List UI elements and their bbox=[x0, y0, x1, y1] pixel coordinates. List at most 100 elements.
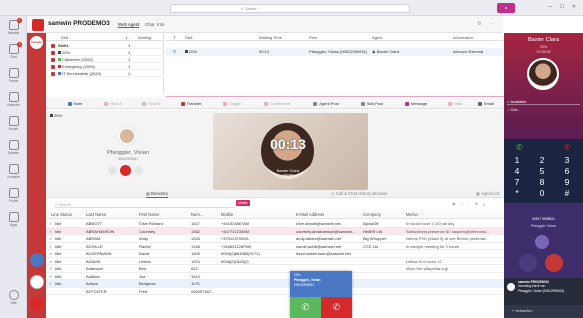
hold-a-button[interactable]: Hold A bbox=[96, 99, 130, 108]
pause-icon bbox=[104, 101, 109, 106]
table-row[interactable]: ✓ Idle Addison Joe 1914 bbox=[46, 273, 504, 280]
checkbox[interactable] bbox=[51, 64, 55, 69]
table-row[interactable]: AFFOLTER Fred 000057467... bbox=[46, 288, 504, 295]
app-logo-icon bbox=[32, 19, 44, 31]
keypad-key[interactable]: 6 bbox=[557, 166, 577, 176]
out-status[interactable]: ○ Out... bbox=[507, 107, 520, 112]
reject-call-button[interactable]: ✆ bbox=[321, 297, 352, 318]
global-search-input[interactable]: ⌕ Suche bbox=[170, 4, 410, 13]
checkbox[interactable] bbox=[51, 43, 55, 48]
agent-post-button[interactable]: Agent Post bbox=[304, 99, 348, 108]
mute-button[interactable]: Mute bbox=[58, 99, 92, 108]
rail-item-calendar[interactable]: Kalender bbox=[3, 90, 24, 112]
mobile-filter-chip[interactable]: Mobile bbox=[236, 200, 250, 206]
notification-toast[interactable]: samwin PRODEMO3 Incoming Anruf von Pfang… bbox=[504, 278, 583, 305]
rail-item-help[interactable]: Hilfe bbox=[3, 288, 24, 310]
tab-web-agent[interactable]: Web Agent bbox=[118, 22, 140, 28]
tab-history[interactable]: ◷ Call & Chat History Browser bbox=[331, 190, 388, 198]
rail-item-calls[interactable]: Anrufe bbox=[3, 114, 24, 136]
tab-info[interactable]: Info bbox=[157, 22, 164, 27]
hangup-icon[interactable]: ✆ bbox=[564, 143, 571, 152]
float-hangup-icon[interactable] bbox=[30, 297, 44, 311]
table-row[interactable]: ✓ Idle ABBOTT Clive Richard 1517 +4415345678… bbox=[46, 220, 504, 228]
keypad-key[interactable]: 8 bbox=[532, 177, 552, 187]
table-controls[interactable]: ◉ ○ ◦ ⊕ ⤓ bbox=[452, 201, 487, 206]
hold-b-button[interactable]: Hold B bbox=[134, 99, 168, 108]
skill-color-icon bbox=[58, 65, 61, 69]
table-row[interactable]: ✓ Idle ADAMS Leticia 1924 0048(0)1828(2) Leti… bbox=[46, 258, 504, 265]
keypad-key[interactable]: 2 bbox=[532, 155, 552, 165]
keypad-key[interactable]: 3 bbox=[557, 155, 577, 165]
keypad-key[interactable]: 1 bbox=[507, 155, 527, 165]
toggle-button[interactable]: Toggle bbox=[214, 99, 250, 108]
float-call-icon[interactable] bbox=[30, 253, 44, 267]
cell-status: Idle bbox=[55, 273, 62, 279]
skill-post-button[interactable]: Skill Post bbox=[352, 99, 392, 108]
incoming-name: Pfanggier Vivian bbox=[530, 224, 557, 228]
rail-item-prome[interactable]: ProMe bbox=[3, 186, 24, 208]
keypad-key[interactable]: 4 bbox=[507, 166, 527, 176]
hangup-button[interactable] bbox=[120, 165, 131, 176]
transfer-button[interactable]: Transfer bbox=[172, 99, 210, 108]
account-avatar[interactable]: ● bbox=[497, 3, 515, 13]
mic-icon[interactable] bbox=[108, 166, 117, 175]
message-button[interactable]: Message bbox=[396, 99, 436, 108]
keypad-key[interactable]: 9 bbox=[557, 177, 577, 187]
reject-call-button[interactable] bbox=[545, 254, 563, 272]
directory-search-input[interactable]: ⌕ Search... bbox=[55, 201, 235, 208]
cell-last: AFFOLTER bbox=[86, 288, 107, 294]
table-row[interactable]: ✓ Idle Adamson Ben 622 https://de.wikipedia.… bbox=[46, 265, 504, 273]
rail-item-activity[interactable]: 4 Aktivität bbox=[3, 18, 24, 40]
call-icon[interactable]: ✆ bbox=[516, 143, 523, 152]
mute-icon bbox=[67, 101, 72, 106]
cell-memo: https://de.wikipedia.org/ bbox=[406, 266, 449, 271]
app-title: samwin PRODEMO3 bbox=[48, 20, 110, 27]
conference-icon bbox=[263, 101, 268, 106]
col-waiting[interactable]: Waiting bbox=[138, 34, 151, 41]
rail-item-chat[interactable]: 3 Chat bbox=[3, 42, 24, 64]
skill-row[interactable]: IT Servicedesk (2020) 1 bbox=[46, 70, 164, 77]
keypad-key[interactable]: 5 bbox=[532, 166, 552, 176]
call-row[interactable]: ✆ 20% 00:13 Pfanggier, Vivian (005129596… bbox=[166, 48, 504, 56]
keypad-key[interactable]: # bbox=[557, 188, 577, 198]
mark-icon bbox=[447, 101, 452, 106]
check-icon: ✓ bbox=[49, 251, 53, 256]
col-logged[interactable]: L... bbox=[126, 34, 132, 41]
table-row[interactable]: ✓ Idle Adlock Benjamin 1175 bbox=[46, 280, 504, 288]
conference-button[interactable]: Conference bbox=[254, 99, 300, 108]
skill-row[interactable]: Skills 1 bbox=[46, 42, 164, 49]
header-actions[interactable]: ↻ ⋯ bbox=[477, 21, 497, 27]
skill-row[interactable]: 20% 1 bbox=[46, 49, 164, 56]
table-row[interactable]: ✓ Idle ACKERMANN David 1405 0049(0)664985(91… bbox=[46, 250, 504, 258]
email-button[interactable]: Email bbox=[470, 99, 502, 108]
cell-status: Idle bbox=[55, 243, 62, 249]
skill-row[interactable]: Callcenter (2002) 1 bbox=[46, 56, 164, 63]
col-skill[interactable]: Skill bbox=[61, 34, 68, 41]
checkbox[interactable] bbox=[51, 71, 55, 76]
rail-item-apps[interactable]: Apps bbox=[3, 210, 24, 232]
skill-icon bbox=[360, 101, 365, 106]
keypad-key[interactable]: * bbox=[507, 188, 527, 198]
table-row[interactable]: ✓ Idle ACHILLE Rachel 1348 +31665112879M rach… bbox=[46, 243, 504, 250]
rail-item-teams[interactable]: Teams bbox=[3, 66, 24, 88]
keypad-key[interactable]: 7 bbox=[507, 177, 527, 187]
window-controls[interactable]: — ☐ ✕ bbox=[548, 4, 579, 10]
mark-button[interactable]: Mark bbox=[440, 99, 470, 108]
float-transfer-icon[interactable] bbox=[30, 275, 44, 289]
tab-directory[interactable]: ▤ Directory bbox=[146, 190, 168, 198]
checkbox[interactable] bbox=[51, 50, 55, 55]
skill-row[interactable]: Emergency (2005) 1 bbox=[46, 63, 164, 70]
table-row[interactable]: ✓ Idle ABRAHAMSON Courtney 1362 +4477412345M… bbox=[46, 227, 504, 235]
keypad-key[interactable]: 0 bbox=[532, 188, 552, 198]
tab-agent-list[interactable]: ▦ Agent List bbox=[476, 190, 500, 198]
checkbox[interactable] bbox=[51, 57, 55, 62]
answer-button[interactable]: ↩ Antworten bbox=[504, 305, 583, 318]
accept-call-button[interactable] bbox=[519, 254, 537, 272]
accept-call-button[interactable]: ✆ bbox=[290, 297, 321, 318]
table-row[interactable]: ✓ Idle ABRAM Andy 1343 +379123700M1 andy.abra… bbox=[46, 235, 504, 243]
tab-chat[interactable]: Chat bbox=[145, 22, 154, 27]
cell-last: Adamson bbox=[86, 266, 103, 271]
camera-icon[interactable] bbox=[134, 166, 143, 175]
rail-item-files[interactable]: Dateien bbox=[3, 138, 24, 160]
rail-item-contacts[interactable]: Kontakte bbox=[3, 162, 24, 184]
